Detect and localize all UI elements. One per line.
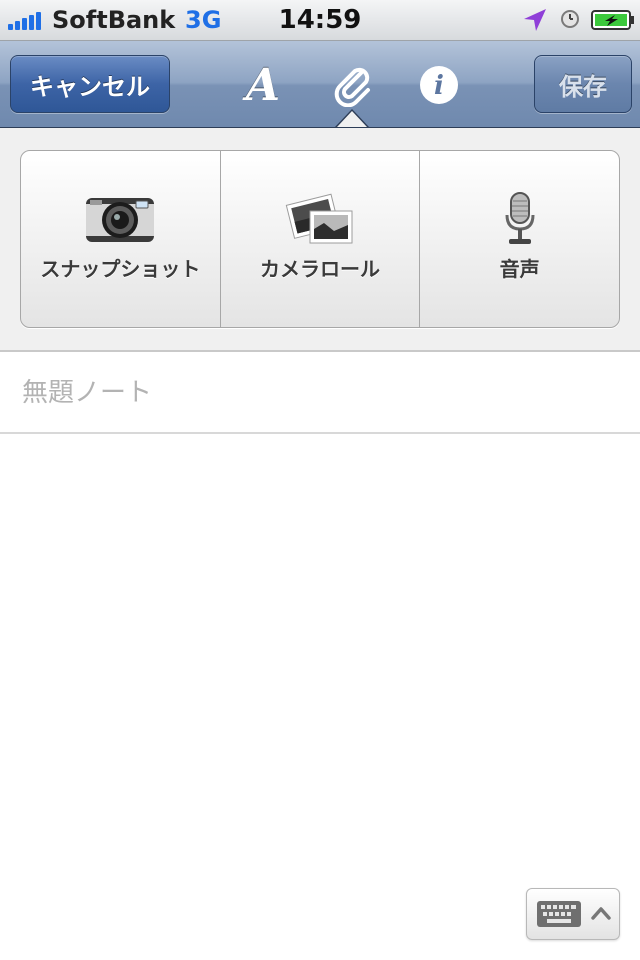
info-button[interactable]: i (414, 63, 464, 107)
cancel-button[interactable]: キャンセル (10, 55, 170, 113)
attachment-panel: スナップショット カメラロール 音声 (0, 128, 640, 352)
font-icon: A (245, 59, 281, 111)
info-icon: i (420, 66, 458, 104)
signal-icon (8, 10, 48, 30)
attachment-segment-control: スナップショット カメラロール 音声 (20, 150, 620, 328)
camera-roll-button[interactable]: カメラロール (221, 151, 421, 327)
snapshot-button[interactable]: スナップショット (21, 151, 221, 327)
audio-button[interactable]: 音声 (420, 151, 619, 327)
carrier-name: SoftBank (52, 6, 176, 34)
info-glyph: i (434, 71, 444, 101)
navigation-bar: キャンセル A i 保存 (0, 41, 640, 128)
camera-roll-label: カメラロール (260, 257, 380, 281)
status-bar: SoftBank 3G 14:59 (0, 0, 640, 41)
font-button[interactable]: A (238, 60, 288, 111)
paperclip-icon (334, 67, 370, 107)
photos-icon (285, 193, 353, 244)
show-keyboard-button[interactable] (526, 888, 620, 940)
save-button[interactable]: 保存 (534, 55, 632, 113)
network-type: 3G (185, 6, 222, 34)
alarm-clock-icon (561, 10, 579, 28)
attach-button[interactable] (328, 63, 378, 107)
note-title-row (0, 352, 640, 434)
location-arrow-icon (524, 9, 546, 31)
status-time: 14:59 (278, 5, 362, 35)
chevron-up-icon (591, 907, 611, 920)
battery-charging-icon (591, 10, 634, 30)
microphone-icon (505, 192, 535, 244)
keyboard-icon (537, 901, 581, 927)
selection-caret (337, 111, 367, 127)
audio-label: 音声 (499, 257, 540, 281)
snapshot-label: スナップショット (40, 257, 201, 281)
camera-icon (86, 198, 155, 242)
note-body[interactable] (0, 434, 640, 960)
note-title-input[interactable] (20, 372, 624, 414)
